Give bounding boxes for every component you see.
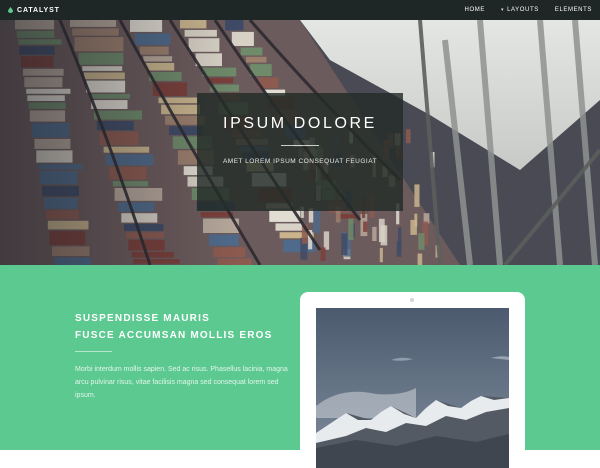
hero-caption-box: IPSUM DOLORE AMET LOREM IPSUM CONSEQUAT …: [197, 93, 403, 211]
hero-divider: [281, 145, 319, 146]
feature-heading: SUSPENDISSE MAURIS FUSCE ACCUMSAN MOLLIS…: [75, 310, 273, 344]
tablet-screen: [316, 308, 509, 468]
feature-heading-line2: FUSCE ACCUMSAN MOLLIS EROS: [75, 330, 273, 341]
tablet-device: [300, 292, 525, 468]
feature-body: Morbi interdum mollis sapien. Sed ac ris…: [75, 366, 288, 399]
caret-icon: ▾: [500, 7, 505, 13]
nav-link-elements-label: ELEMENTS: [554, 7, 592, 13]
hero-title: IPSUM DOLORE: [223, 115, 377, 132]
feature-section: SUSPENDISSE MAURIS FUSCE ACCUMSAN MOLLIS…: [0, 265, 600, 468]
brand-logo[interactable]: CATALYST: [8, 7, 60, 14]
drop-icon: [8, 7, 13, 13]
hero-banner: IPSUM DOLORE AMET LOREM IPSUM CONSEQUAT …: [0, 20, 600, 265]
tablet-camera: [410, 298, 414, 302]
nav-link-elements[interactable]: ELEMENTS: [555, 7, 592, 13]
nav-links: HOME ▾ LAYOUTS ELEMENTS: [449, 7, 592, 13]
mountain-photo: [316, 308, 509, 468]
feature-heading-line1: SUSPENDISSE MAURIS: [75, 313, 210, 324]
feature-divider: [75, 351, 112, 352]
hero-subtitle: AMET LOREM IPSUM CONSEQUAT FEUGIAT: [222, 158, 378, 165]
nav-link-layouts-label: LAYOUTS: [507, 7, 539, 13]
nav-link-layouts[interactable]: ▾ LAYOUTS: [501, 7, 539, 13]
top-nav: CATALYST HOME ▾ LAYOUTS ELEMENTS: [0, 0, 600, 20]
brand-name: CATALYST: [17, 6, 60, 14]
nav-link-home[interactable]: HOME: [465, 7, 485, 13]
nav-link-home-label: HOME: [464, 7, 485, 13]
